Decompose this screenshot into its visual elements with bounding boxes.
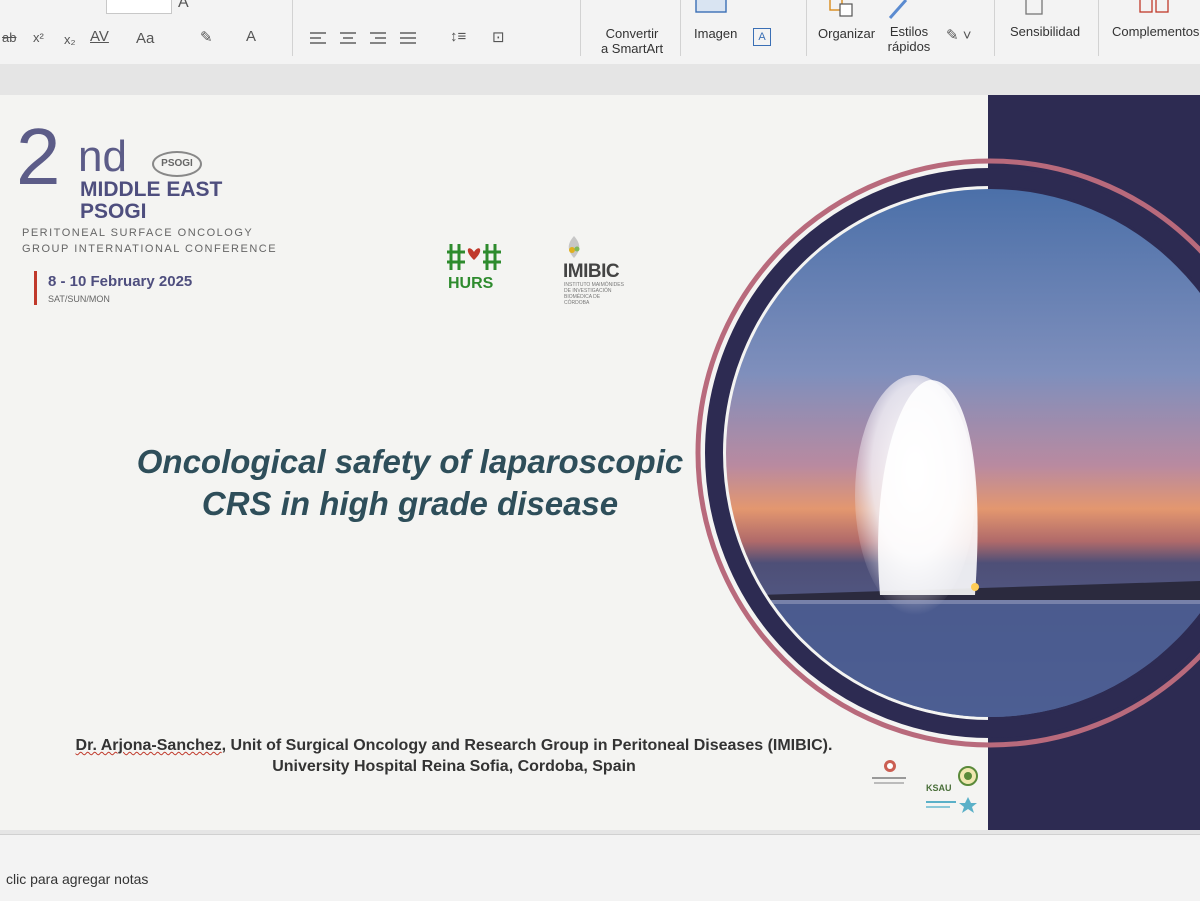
date-accent-bar xyxy=(34,271,37,305)
sponsor-crest-icon xyxy=(872,760,906,784)
ribbon-separator xyxy=(580,0,581,56)
quick-styles-button[interactable]: Estilos rápidos xyxy=(884,24,934,54)
author-block[interactable]: Dr. Arjona-Sanchez, Unit of Surgical Onc… xyxy=(24,735,884,777)
strikethrough-button[interactable]: ab xyxy=(2,30,16,45)
alignment-icons[interactable] xyxy=(308,30,418,48)
ksau-logo-text: KSAU xyxy=(926,783,952,793)
logo-middle-east: MIDDLE EAST xyxy=(80,178,223,201)
image-icon[interactable] xyxy=(694,0,774,16)
organize-button[interactable]: Organizar xyxy=(818,26,875,41)
addins-button[interactable]: Complementos xyxy=(1112,24,1199,39)
convert-smartart-button[interactable]: Convertir a SmartArt xyxy=(588,26,676,56)
psogi-badge: PSOGI xyxy=(152,151,202,177)
logo-number: 2 xyxy=(16,112,61,201)
quick-styles-label-1: Estilos xyxy=(889,24,929,39)
ribbon-separator xyxy=(994,0,995,56)
quick-styles-icon xyxy=(888,0,908,19)
text-box-align-icon[interactable]: ⊡ xyxy=(492,28,505,46)
font-size-box[interactable] xyxy=(106,0,172,14)
highlighter-icon[interactable]: ✎ xyxy=(200,28,213,46)
conference-dates: 8 - 10 February 2025 xyxy=(48,273,193,290)
addins-icon xyxy=(1139,0,1169,13)
ribbon-toolbar: A ab x² x₂ AV Aa ✎ A ↕≡ ⊡ Convertir a Sm… xyxy=(0,0,1200,65)
notes-placeholder[interactable]: clic para agregar notas xyxy=(6,871,148,887)
ribbon-separator xyxy=(292,0,293,56)
conference-days: SAT/SUN/MON xyxy=(48,294,110,304)
change-case-button[interactable]: Aa xyxy=(136,30,154,47)
sensitivity-button[interactable]: Sensibilidad xyxy=(1010,24,1080,39)
slide-title-line-2: CRS in high grade disease xyxy=(201,485,619,522)
convert-smartart-label-2: a SmartArt xyxy=(600,41,664,56)
font-color-a-icon[interactable]: A xyxy=(178,0,189,12)
ribbon-separator xyxy=(1098,0,1099,56)
imibic-logo-icon xyxy=(568,236,580,258)
subscript-button[interactable]: x₂ xyxy=(64,32,76,47)
logo-ordinal: nd xyxy=(78,132,127,181)
imibic-subtitle: INSTITUTO MAIMÓNIDES DE INVESTIGACIÓN BI… xyxy=(564,282,624,306)
char-spacing-button[interactable]: AV xyxy=(90,28,109,45)
ministry-logo-icon xyxy=(926,797,977,813)
alt-text-icon[interactable]: A xyxy=(753,28,771,46)
imibic-logo-text: IMIBIC xyxy=(563,261,620,282)
notes-pane[interactable]: clic para agregar notas xyxy=(0,834,1200,901)
quick-styles-label-2: rápidos xyxy=(887,39,931,54)
author-hospital: University Hospital Reina Sofia, Cordoba… xyxy=(272,758,636,775)
logo-psogi: PSOGI xyxy=(80,200,147,223)
conference-name-2: GROUP INTERNATIONAL CONFERENCE xyxy=(22,243,278,255)
arrange-icon xyxy=(829,0,853,17)
slide-title-line-1: Oncological safety of laparoscopic xyxy=(136,443,684,480)
ribbon-separator xyxy=(806,0,807,56)
slide-title[interactable]: Oncological safety of laparoscopic CRS i… xyxy=(100,441,720,525)
hurs-logo-icon xyxy=(447,244,501,270)
superscript-button[interactable]: x² xyxy=(33,30,44,45)
hurs-logo-text: HURS xyxy=(448,275,494,292)
slide[interactable]: 2 nd PSOGI MIDDLE EAST PSOGI PERITONEAL … xyxy=(0,95,1200,830)
shape-outline-icon[interactable]: ✎ ˅ xyxy=(946,26,972,44)
image-button[interactable]: Imagen xyxy=(694,26,737,41)
text-color-button[interactable]: A xyxy=(246,28,256,45)
author-affiliation: , Unit of Surgical Oncology and Research… xyxy=(221,737,833,754)
sensitivity-icon xyxy=(1025,0,1043,15)
conference-name-1: PERITONEAL SURFACE ONCOLOGY xyxy=(22,227,254,239)
author-name: Dr. Arjona-Sanchez xyxy=(75,737,222,754)
ribbon-separator xyxy=(680,0,681,56)
line-spacing-icon[interactable]: ↕≡ xyxy=(450,28,466,45)
convert-smartart-label-1: Convertir xyxy=(605,26,659,41)
